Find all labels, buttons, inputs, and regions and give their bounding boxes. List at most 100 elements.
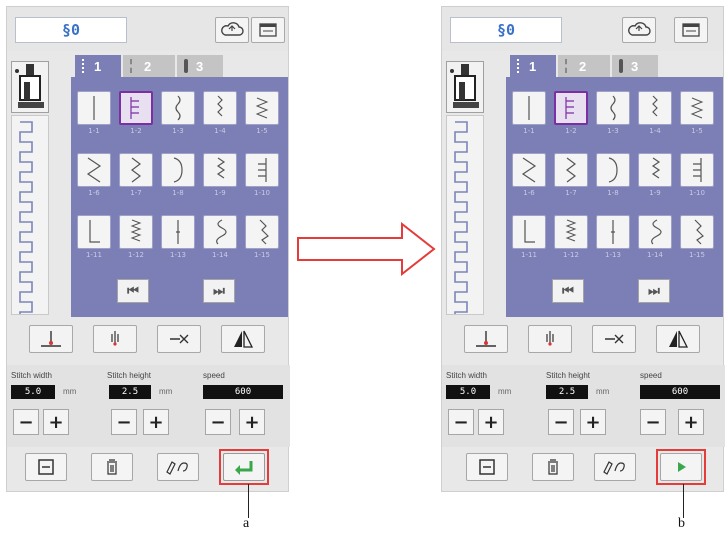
stitch-label: 1-15 [689,251,705,259]
menu-button[interactable] [251,17,285,43]
stitch-label: 1-14 [647,251,663,259]
stitch-width-plus[interactable]: + [43,409,69,435]
stitch-height-plus[interactable]: + [580,409,606,435]
stitch-cell[interactable] [638,91,672,125]
stitch-cell[interactable] [554,215,588,249]
tab-2[interactable]: 2 [558,55,610,77]
stitch-cell[interactable] [596,153,630,187]
needle-position-button[interactable] [528,325,572,353]
stitch-cell[interactable] [203,215,237,249]
stitch-cell[interactable] [203,153,237,187]
previous-page-button[interactable]: ⏮ [117,279,149,303]
stitch-cell[interactable] [245,153,279,187]
tab-label: 3 [631,58,639,74]
zigzag-stitch-icon [131,157,141,183]
thread-cutter-icon [605,334,624,344]
menu-button[interactable] [674,17,708,43]
stitch-cell-selected[interactable] [554,91,588,125]
edit-button[interactable] [594,453,636,481]
next-page-button[interactable]: ⏭ [638,279,670,303]
mirror-button[interactable] [221,325,265,353]
stretch-stitch-icon [176,220,180,244]
stitch-cell[interactable] [119,153,153,187]
stitch-height-plus[interactable]: + [143,409,169,435]
speed-plus[interactable]: + [239,409,265,435]
parameters-panel: Stitch width 5.0 mm − + Stitch height 2.… [7,365,290,447]
stitch-height-minus[interactable]: − [111,409,137,435]
pattern-display: §0 [15,17,127,43]
tab-3[interactable]: 3 [177,55,223,77]
stitch-cell[interactable] [512,215,546,249]
delete-button[interactable] [91,453,133,481]
next-page-button[interactable]: ⏭ [203,279,235,303]
stitch-cell[interactable] [77,91,111,125]
stitch-cell[interactable] [119,215,153,249]
stitch-cell[interactable] [161,153,195,187]
stitch-cell[interactable] [596,215,630,249]
stitch-cell[interactable] [245,91,279,125]
blind-hem-icon [173,157,183,183]
stitch-label: 1-12 [128,251,144,259]
stitch-cell[interactable] [554,153,588,187]
thread-cutter-button[interactable] [157,325,201,353]
stitch-preview-graphic [19,121,33,333]
stitch-preview [11,115,49,333]
cloud-button[interactable] [215,17,249,43]
stitch-cell[interactable] [77,215,111,249]
tab-1[interactable]: 1 [75,55,121,77]
wavy-stitch-icon [175,95,181,121]
triple-zigzag-icon [690,97,704,119]
save-button[interactable] [25,453,67,481]
stitch-cell[interactable] [680,215,714,249]
straight-stitch-icon [93,96,95,120]
delete-button[interactable] [532,453,574,481]
tab-needle-icon [184,59,188,73]
stitch-cell[interactable] [638,153,672,187]
edit-button[interactable] [157,453,199,481]
stitch-cell[interactable] [245,215,279,249]
needle-up-down-icon [41,331,61,347]
stitch-cell[interactable] [203,91,237,125]
thread-cutter-button[interactable] [592,325,636,353]
stitch-label: 1-2 [565,127,577,135]
stitch-cell[interactable] [161,215,195,249]
speed-minus[interactable]: − [640,409,666,435]
stitch-preview-graphic [454,121,468,333]
tab-2[interactable]: 2 [123,55,175,77]
stitch-width-minus[interactable]: − [448,409,474,435]
stitch-width-minus[interactable]: − [13,409,39,435]
needle-position-button[interactable] [93,325,137,353]
stitch-width-plus[interactable]: + [478,409,504,435]
needle-up-down-icon [476,331,496,347]
stitch-label: 1-1 [523,127,535,135]
blind-hem-icon [608,157,618,183]
stitch-cell[interactable] [512,91,546,125]
cloud-button[interactable] [622,17,656,43]
stitch-cell[interactable] [680,91,714,125]
tab-3[interactable]: 3 [612,55,658,77]
next-icon: ⏭ [213,283,225,299]
needle-up-down-button[interactable] [464,325,508,353]
stitch-cell-selected[interactable] [119,91,153,125]
fine-zigzag-icon [130,219,142,242]
zigzag-stitch-icon [217,95,223,117]
previous-page-button[interactable]: ⏮ [552,279,584,303]
save-button[interactable] [466,453,508,481]
needle-up-down-button[interactable] [29,325,73,353]
stitch-cell[interactable] [161,91,195,125]
presser-foot-indicator [446,61,484,113]
callout-line-b [683,484,684,518]
mirror-button[interactable] [656,325,700,353]
l-stitch-icon [524,220,535,243]
speed-plus[interactable]: + [678,409,704,435]
stitch-height-minus[interactable]: − [548,409,574,435]
speed-minus[interactable]: − [205,409,231,435]
stitch-cell[interactable] [512,153,546,187]
stitch-cell[interactable] [680,153,714,187]
stitch-cell[interactable] [638,215,672,249]
edit-icon [603,461,625,475]
stitch-cell[interactable] [77,153,111,187]
stitch-cell[interactable] [596,91,630,125]
stitch-label: 1-5 [256,127,268,135]
tab-1[interactable]: 1 [510,55,556,77]
